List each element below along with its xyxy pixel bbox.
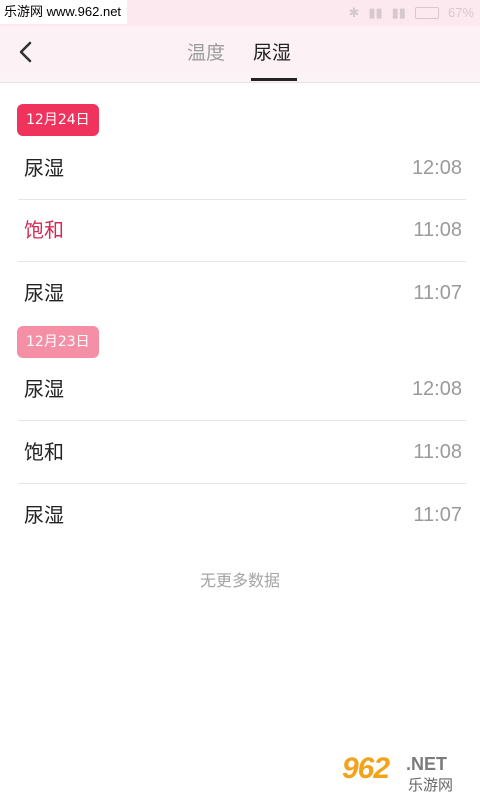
list-item[interactable]: 尿湿 12:08 <box>18 358 466 421</box>
watermark-logo: 962 .NET 乐游网 <box>342 752 474 796</box>
list-item[interactable]: 尿湿 12:08 <box>18 137 466 200</box>
item-label: 尿湿 <box>24 281 64 305</box>
tab-wetness[interactable]: 尿湿 <box>253 40 291 66</box>
chevron-left-icon <box>19 41 32 63</box>
watermark-brand: 962 <box>342 752 390 785</box>
tab-temperature[interactable]: 温度 <box>187 40 225 66</box>
signal-icon-2: ▮▮ <box>391 5 406 20</box>
list-item[interactable]: 尿湿 11:07 <box>18 262 466 324</box>
watermark-suffix: .NET <box>406 754 448 774</box>
battery-percent: 67% <box>447 5 474 20</box>
status-bar: 乐游网 www.962.net ✱ ▮▮ ▮▮ 67% <box>0 0 480 26</box>
date-badge: 12月23日 <box>17 326 99 358</box>
item-time: 12:08 <box>411 378 462 400</box>
watermark-sub: 乐游网 <box>408 776 454 794</box>
active-tab-indicator <box>251 78 297 81</box>
list-item[interactable]: 饱和 11:08 <box>18 199 466 262</box>
item-label: 尿湿 <box>24 156 64 180</box>
watermark-top: 乐游网 www.962.net <box>0 0 128 24</box>
item-time: 11:08 <box>413 441 462 463</box>
item-time: 11:07 <box>413 282 462 304</box>
item-label: 尿湿 <box>24 377 64 401</box>
status-icons: ✱ ▮▮ ▮▮ 67% <box>348 0 474 26</box>
list-item[interactable]: 尿湿 11:07 <box>18 484 466 546</box>
date-badge: 12月24日 <box>17 104 99 136</box>
item-time: 11:07 <box>413 504 462 526</box>
back-button[interactable] <box>12 38 42 68</box>
header-bar: 温度 尿湿 <box>0 26 480 83</box>
signal-icon: ▮▮ <box>368 5 383 20</box>
item-label: 饱和 <box>24 218 64 242</box>
battery-icon <box>414 7 439 19</box>
item-time: 12:08 <box>411 157 462 179</box>
bluetooth-icon: ✱ <box>348 5 360 20</box>
item-label: 尿湿 <box>24 503 64 527</box>
list-item[interactable]: 饱和 11:08 <box>18 421 466 484</box>
no-more-data-text: 无更多数据 <box>199 571 280 590</box>
item-time: 11:08 <box>413 219 462 241</box>
item-label: 饱和 <box>24 440 64 464</box>
